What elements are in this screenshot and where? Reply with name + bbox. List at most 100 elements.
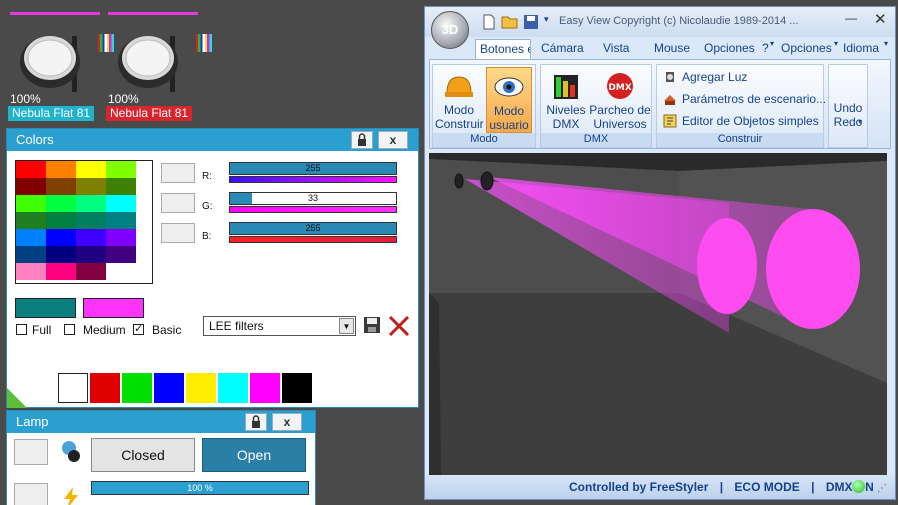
color-cell[interactable] (16, 212, 46, 229)
blue-channel-button[interactable] (161, 223, 195, 243)
tab-vista[interactable]: Vista (603, 39, 629, 59)
palette-swatch[interactable] (90, 373, 120, 403)
palette-swatch[interactable] (154, 373, 184, 403)
palette-swatch[interactable] (218, 373, 248, 403)
parametros-escenario-item[interactable]: Parámetros de escenario... (663, 92, 826, 106)
group-modo: Modo Construir Modo usuario Modo (432, 64, 536, 148)
dimmer-slider[interactable]: 100 % (91, 481, 309, 495)
color-cell[interactable] (106, 212, 136, 229)
dimmer-button[interactable] (14, 483, 48, 505)
closed-button[interactable]: Closed (91, 438, 195, 472)
shutter-button[interactable] (14, 439, 48, 465)
red-slider[interactable]: 255 (229, 162, 397, 175)
title-bar: ▾ Easy View Copyright (c) Nicolaudie 198… (425, 7, 895, 37)
tab-help[interactable]: ? (762, 39, 769, 59)
green-slider[interactable]: 33 (229, 192, 397, 205)
lock-button[interactable] (245, 413, 267, 431)
tab-mouse[interactable]: Mouse (654, 39, 690, 59)
color-cell[interactable] (76, 263, 106, 280)
color-cell[interactable] (16, 178, 46, 195)
parcheo-universos-button[interactable]: DMX Parcheo de Universos (589, 67, 651, 133)
eye-icon (494, 77, 524, 97)
color-cell[interactable] (46, 212, 76, 229)
color-cell[interactable] (16, 229, 46, 246)
preview-color-swatch[interactable] (83, 298, 144, 318)
palette-swatch[interactable] (282, 373, 312, 403)
full-checkbox[interactable] (16, 324, 27, 335)
open-folder-icon[interactable] (501, 14, 519, 30)
fixture-2[interactable]: 100% Nebula Flat 81 (106, 8, 212, 123)
open-button[interactable]: Open (202, 438, 306, 472)
save-icon[interactable] (363, 316, 381, 334)
add-corner-icon[interactable] (7, 388, 27, 408)
color-cell[interactable] (106, 263, 136, 280)
color-cell[interactable] (46, 178, 76, 195)
color-cell[interactable] (46, 229, 76, 246)
3d-viewport[interactable] (429, 153, 887, 475)
color-cell[interactable] (106, 178, 136, 195)
modo-construir-button[interactable]: Modo Construir (435, 67, 484, 133)
tab-idioma[interactable]: Idioma (843, 39, 879, 59)
close-button[interactable]: x (378, 131, 408, 149)
color-grid[interactable] (15, 160, 153, 284)
palette-swatch[interactable] (58, 373, 88, 403)
color-cell[interactable] (16, 195, 46, 212)
minimize-icon[interactable]: — (845, 11, 857, 25)
red-channel-button[interactable] (161, 163, 195, 183)
lock-button[interactable] (351, 131, 373, 149)
scene-params-icon (664, 95, 676, 105)
easy-view-window: ▾ Easy View Copyright (c) Nicolaudie 198… (424, 6, 896, 500)
tab-camara[interactable]: Cámara (541, 39, 584, 59)
green-channel-button[interactable] (161, 193, 195, 213)
medium-checkbox[interactable] (64, 324, 75, 335)
color-cell[interactable] (46, 263, 76, 280)
color-cell[interactable] (16, 161, 46, 178)
group-dmx: Niveles DMX DMX Parcheo de Universos DMX (540, 64, 652, 148)
parcheo-universos-label: Parcheo de Universos (589, 103, 651, 131)
color-cell[interactable] (46, 246, 76, 263)
color-cell[interactable] (46, 161, 76, 178)
color-cell[interactable] (76, 246, 106, 263)
new-file-icon[interactable] (481, 14, 497, 30)
ribbon-tabs: Botones e Cámara Vista Mouse Opciones ? … (425, 37, 895, 59)
palette-swatch[interactable] (122, 373, 152, 403)
fixture-1[interactable]: 100% Nebula Flat 81 (8, 8, 114, 123)
color-cell[interactable] (106, 161, 136, 178)
niveles-dmx-button[interactable]: Niveles DMX (543, 67, 589, 133)
color-cell[interactable] (76, 161, 106, 178)
delete-icon[interactable] (388, 316, 410, 336)
agregar-luz-item[interactable]: Agregar Luz (663, 70, 747, 84)
color-cell[interactable] (76, 212, 106, 229)
color-cell[interactable] (106, 195, 136, 212)
close-icon[interactable]: ✕ (874, 10, 887, 28)
color-cell[interactable] (46, 195, 76, 212)
color-cell[interactable] (76, 178, 106, 195)
color-cell[interactable] (106, 229, 136, 246)
filter-select[interactable]: LEE filters ▼ (203, 316, 356, 336)
red-gradient (229, 176, 397, 183)
color-cell[interactable] (16, 263, 46, 280)
shutter-icon (62, 441, 80, 462)
current-color-swatch[interactable] (15, 298, 76, 318)
undo-redo-button[interactable]: Undo Redo ▾ (828, 64, 868, 148)
status-dmx: DMX ON (825, 480, 874, 494)
blue-slider[interactable]: 255 (229, 222, 397, 235)
qat-dropdown-icon[interactable]: ▾ (544, 14, 549, 25)
color-cell[interactable] (76, 229, 106, 246)
editor-objetos-item[interactable]: Editor de Objetos simples (663, 114, 819, 128)
tab-opciones-menu[interactable]: Opciones (781, 39, 832, 59)
tab-opciones[interactable]: Opciones (704, 39, 755, 59)
niveles-dmx-label: Niveles DMX (546, 103, 586, 131)
color-cell[interactable] (76, 195, 106, 212)
palette-swatch[interactable] (250, 373, 280, 403)
tab-botones[interactable]: Botones e (475, 39, 531, 59)
resize-grip-icon[interactable]: ⋰ (877, 477, 887, 501)
modo-usuario-button[interactable]: Modo usuario (486, 67, 532, 133)
palette-swatch[interactable] (186, 373, 216, 403)
status-separator: | (719, 480, 724, 494)
color-cell[interactable] (106, 246, 136, 263)
basic-checkbox[interactable]: ✓ (133, 324, 144, 335)
color-cell[interactable] (16, 246, 46, 263)
close-button[interactable]: x (272, 413, 302, 431)
save-icon[interactable] (523, 14, 539, 30)
